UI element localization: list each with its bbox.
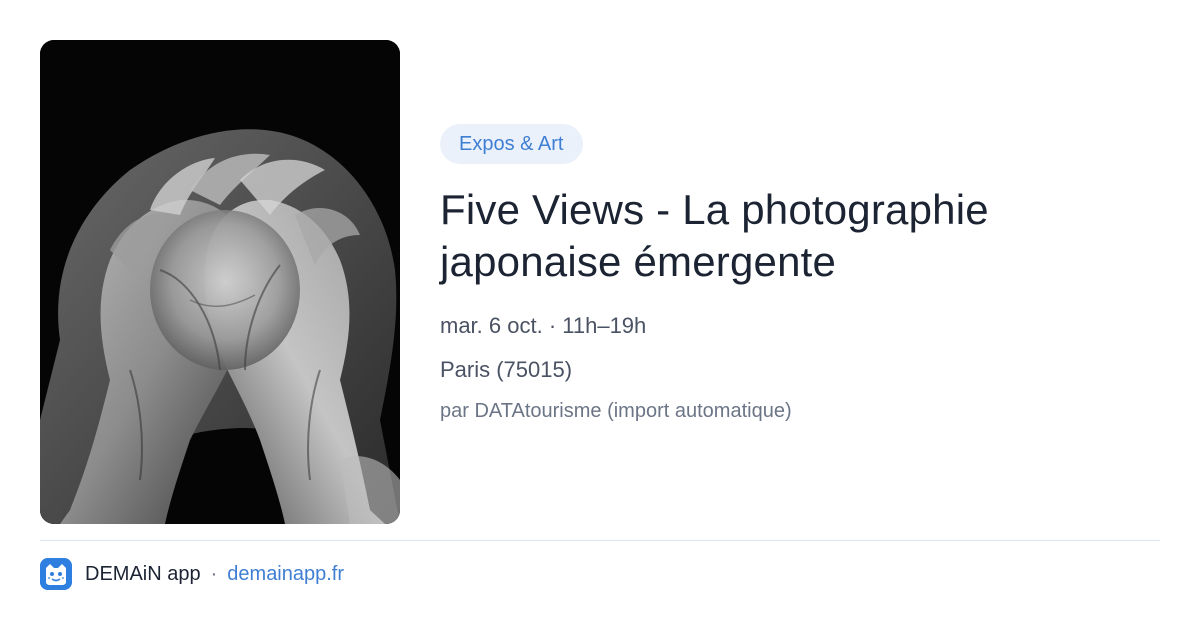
category-badge[interactable]: Expos & Art bbox=[440, 124, 583, 164]
event-date: mar. 6 oct. · 11h–19h bbox=[440, 313, 647, 338]
demain-app-logo-icon[interactable] bbox=[40, 558, 72, 590]
footer-divider bbox=[40, 540, 1160, 541]
event-photo[interactable] bbox=[40, 40, 400, 524]
event-source: par DATAtourisme (import automatique) bbox=[440, 400, 792, 422]
event-title[interactable]: Five Views - La photographie japonaise é… bbox=[440, 184, 1160, 288]
event-location: Paris (75015) bbox=[440, 357, 573, 382]
app-website-link[interactable]: demainapp.fr bbox=[227, 563, 344, 586]
footer-separator: · bbox=[210, 562, 218, 585]
app-name: DEMAiN app bbox=[85, 562, 201, 585]
cupped-hands-image bbox=[40, 40, 400, 524]
event-details: Expos & Art Five Views - La photographie… bbox=[440, 124, 1160, 424]
footer: DEMAiN app · demainapp.fr bbox=[40, 558, 344, 590]
